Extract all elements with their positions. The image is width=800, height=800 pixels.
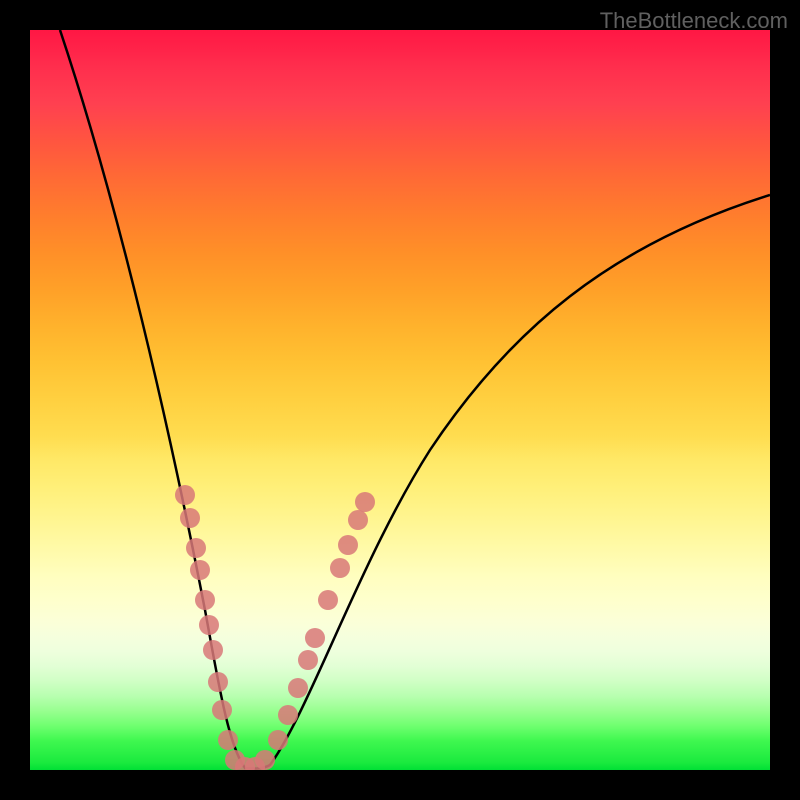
data-point [278, 705, 298, 725]
data-point [195, 590, 215, 610]
data-point [186, 538, 206, 558]
data-point [298, 650, 318, 670]
bottleneck-curve [60, 30, 770, 769]
chart-svg [30, 30, 770, 770]
data-point [288, 678, 308, 698]
data-point [218, 730, 238, 750]
data-point [208, 672, 228, 692]
data-point [203, 640, 223, 660]
data-point [318, 590, 338, 610]
data-point [330, 558, 350, 578]
data-point [348, 510, 368, 530]
data-point [212, 700, 232, 720]
data-points-group [175, 485, 375, 770]
data-point [305, 628, 325, 648]
data-point [255, 750, 275, 770]
data-point [338, 535, 358, 555]
data-point [180, 508, 200, 528]
data-point [175, 485, 195, 505]
chart-plot-area [30, 30, 770, 770]
data-point [355, 492, 375, 512]
data-point [268, 730, 288, 750]
data-point [199, 615, 219, 635]
watermark-text: TheBottleneck.com [600, 8, 788, 34]
data-point [190, 560, 210, 580]
